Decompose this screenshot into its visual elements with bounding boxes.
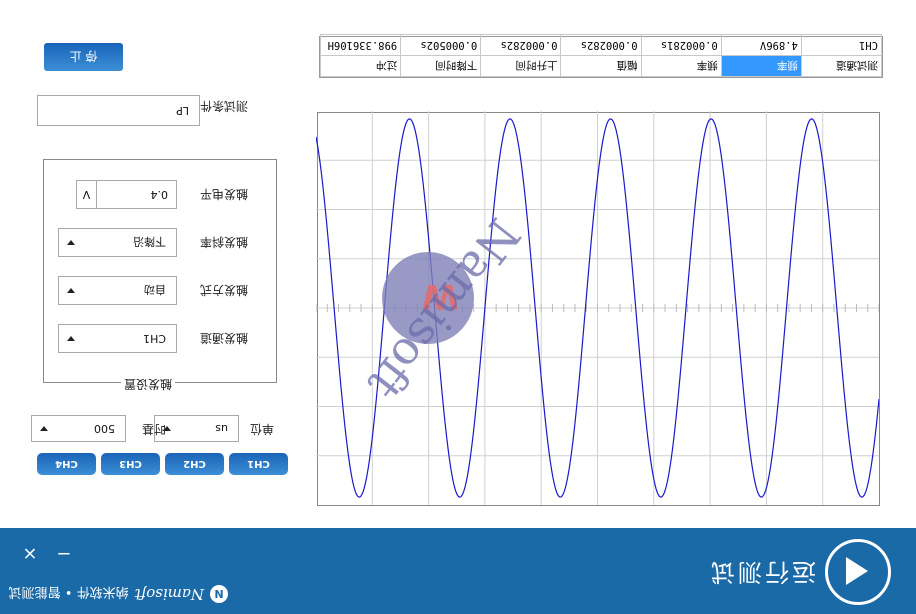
table-header-cell[interactable]: 过冲	[320, 55, 401, 77]
test-condition-input[interactable]: LP	[37, 95, 200, 126]
close-button[interactable]: ×	[20, 542, 40, 564]
trigger-level-unit-text: V	[82, 188, 91, 201]
trigger-level-label: 触发电平	[199, 187, 248, 201]
trigger-mode-value: 自动	[144, 283, 166, 297]
table-row[interactable]: CH1 4.896V 0.000281s 0.000282s 0.000282s…	[320, 34, 882, 56]
channel-button-ch1[interactable]: CH1	[229, 453, 288, 475]
table-cell: CH1	[801, 34, 882, 56]
chevron-down-icon	[67, 336, 75, 341]
table-cell: 0.000281s	[641, 34, 722, 56]
timebase-value: 500	[94, 422, 115, 435]
table-cell: 998.336106H	[320, 34, 401, 56]
channel-button-ch2[interactable]: CH2	[165, 453, 224, 475]
channel-button-ch4[interactable]: CH4	[37, 453, 96, 475]
app-window: 运行测试 N Namisoft 纳米软件 • 智能测试 − × CH1 CH2 …	[0, 0, 916, 614]
trigger-channel-label: 触发通道	[199, 331, 248, 345]
trigger-slope-select[interactable]: 下降沿	[58, 228, 177, 257]
table-header-row: 测试通道 频率 频率 幅值 上升时间 下降时间 过冲	[320, 55, 882, 77]
back-arrow-icon	[846, 557, 868, 585]
table-cell: 4.896V	[721, 34, 802, 56]
trigger-slope-value: 下降沿	[133, 235, 166, 249]
minimize-button[interactable]: −	[54, 542, 74, 564]
table-cell: 0.000282s	[560, 34, 642, 56]
brand-name: Namisoft	[134, 585, 204, 603]
results-table: 测试通道 频率 频率 幅值 上升时间 下降时间 过冲 CH1 4.896V 0.…	[319, 34, 883, 78]
trigger-mode-label: 触发方式	[199, 283, 248, 297]
unit-label: 单位	[249, 422, 274, 436]
channel-button-ch3[interactable]: CH3	[101, 453, 160, 475]
namisoft-logo-icon: N	[210, 585, 228, 603]
trigger-channel-value: CH1	[143, 332, 166, 345]
test-condition-label: 测试条件	[199, 99, 248, 113]
table-header-cell[interactable]: 下降时间	[400, 55, 481, 77]
page-title: 运行测试	[708, 558, 816, 586]
trigger-level-unit: V	[76, 180, 97, 209]
waveform-plot	[316, 111, 880, 506]
table-header-cell[interactable]: 上升时间	[480, 55, 561, 77]
timebase-label: 时基	[141, 422, 166, 436]
brand-tagline: 纳米软件 • 智能测试	[8, 584, 129, 600]
stop-button[interactable]: 停 止	[44, 43, 123, 71]
unit-select[interactable]: us	[154, 415, 239, 442]
trigger-channel-select[interactable]: CH1	[58, 324, 177, 353]
brand-logo: N Namisoft 纳米软件 • 智能测试	[9, 583, 228, 605]
table-cell: 0.000502s	[400, 34, 481, 56]
table-header-cell[interactable]: 测试通道	[801, 55, 882, 77]
trigger-mode-select[interactable]: 自动	[58, 276, 177, 305]
chevron-down-icon	[40, 426, 48, 431]
chevron-down-icon	[67, 288, 75, 293]
unit-value: us	[215, 422, 228, 435]
timebase-select[interactable]: 500	[31, 415, 126, 442]
trigger-level-input[interactable]: 0.4	[86, 180, 177, 209]
waveform-svg	[316, 111, 879, 505]
table-header-cell-selected[interactable]: 频率	[721, 55, 802, 77]
trigger-settings-title: 触发设置	[120, 376, 175, 392]
table-cell: 0.000282s	[480, 34, 561, 56]
table-header-cell[interactable]: 频率	[641, 55, 722, 77]
trigger-slope-label: 触发斜率	[199, 235, 248, 249]
back-button[interactable]	[825, 539, 891, 605]
chevron-down-icon	[67, 240, 75, 245]
test-condition-value: LP	[176, 104, 189, 117]
header-bar: 运行测试 N Namisoft 纳米软件 • 智能测试 − ×	[0, 528, 916, 614]
trigger-level-value: 0.4	[150, 188, 169, 201]
table-header-cell[interactable]: 幅值	[560, 55, 642, 77]
